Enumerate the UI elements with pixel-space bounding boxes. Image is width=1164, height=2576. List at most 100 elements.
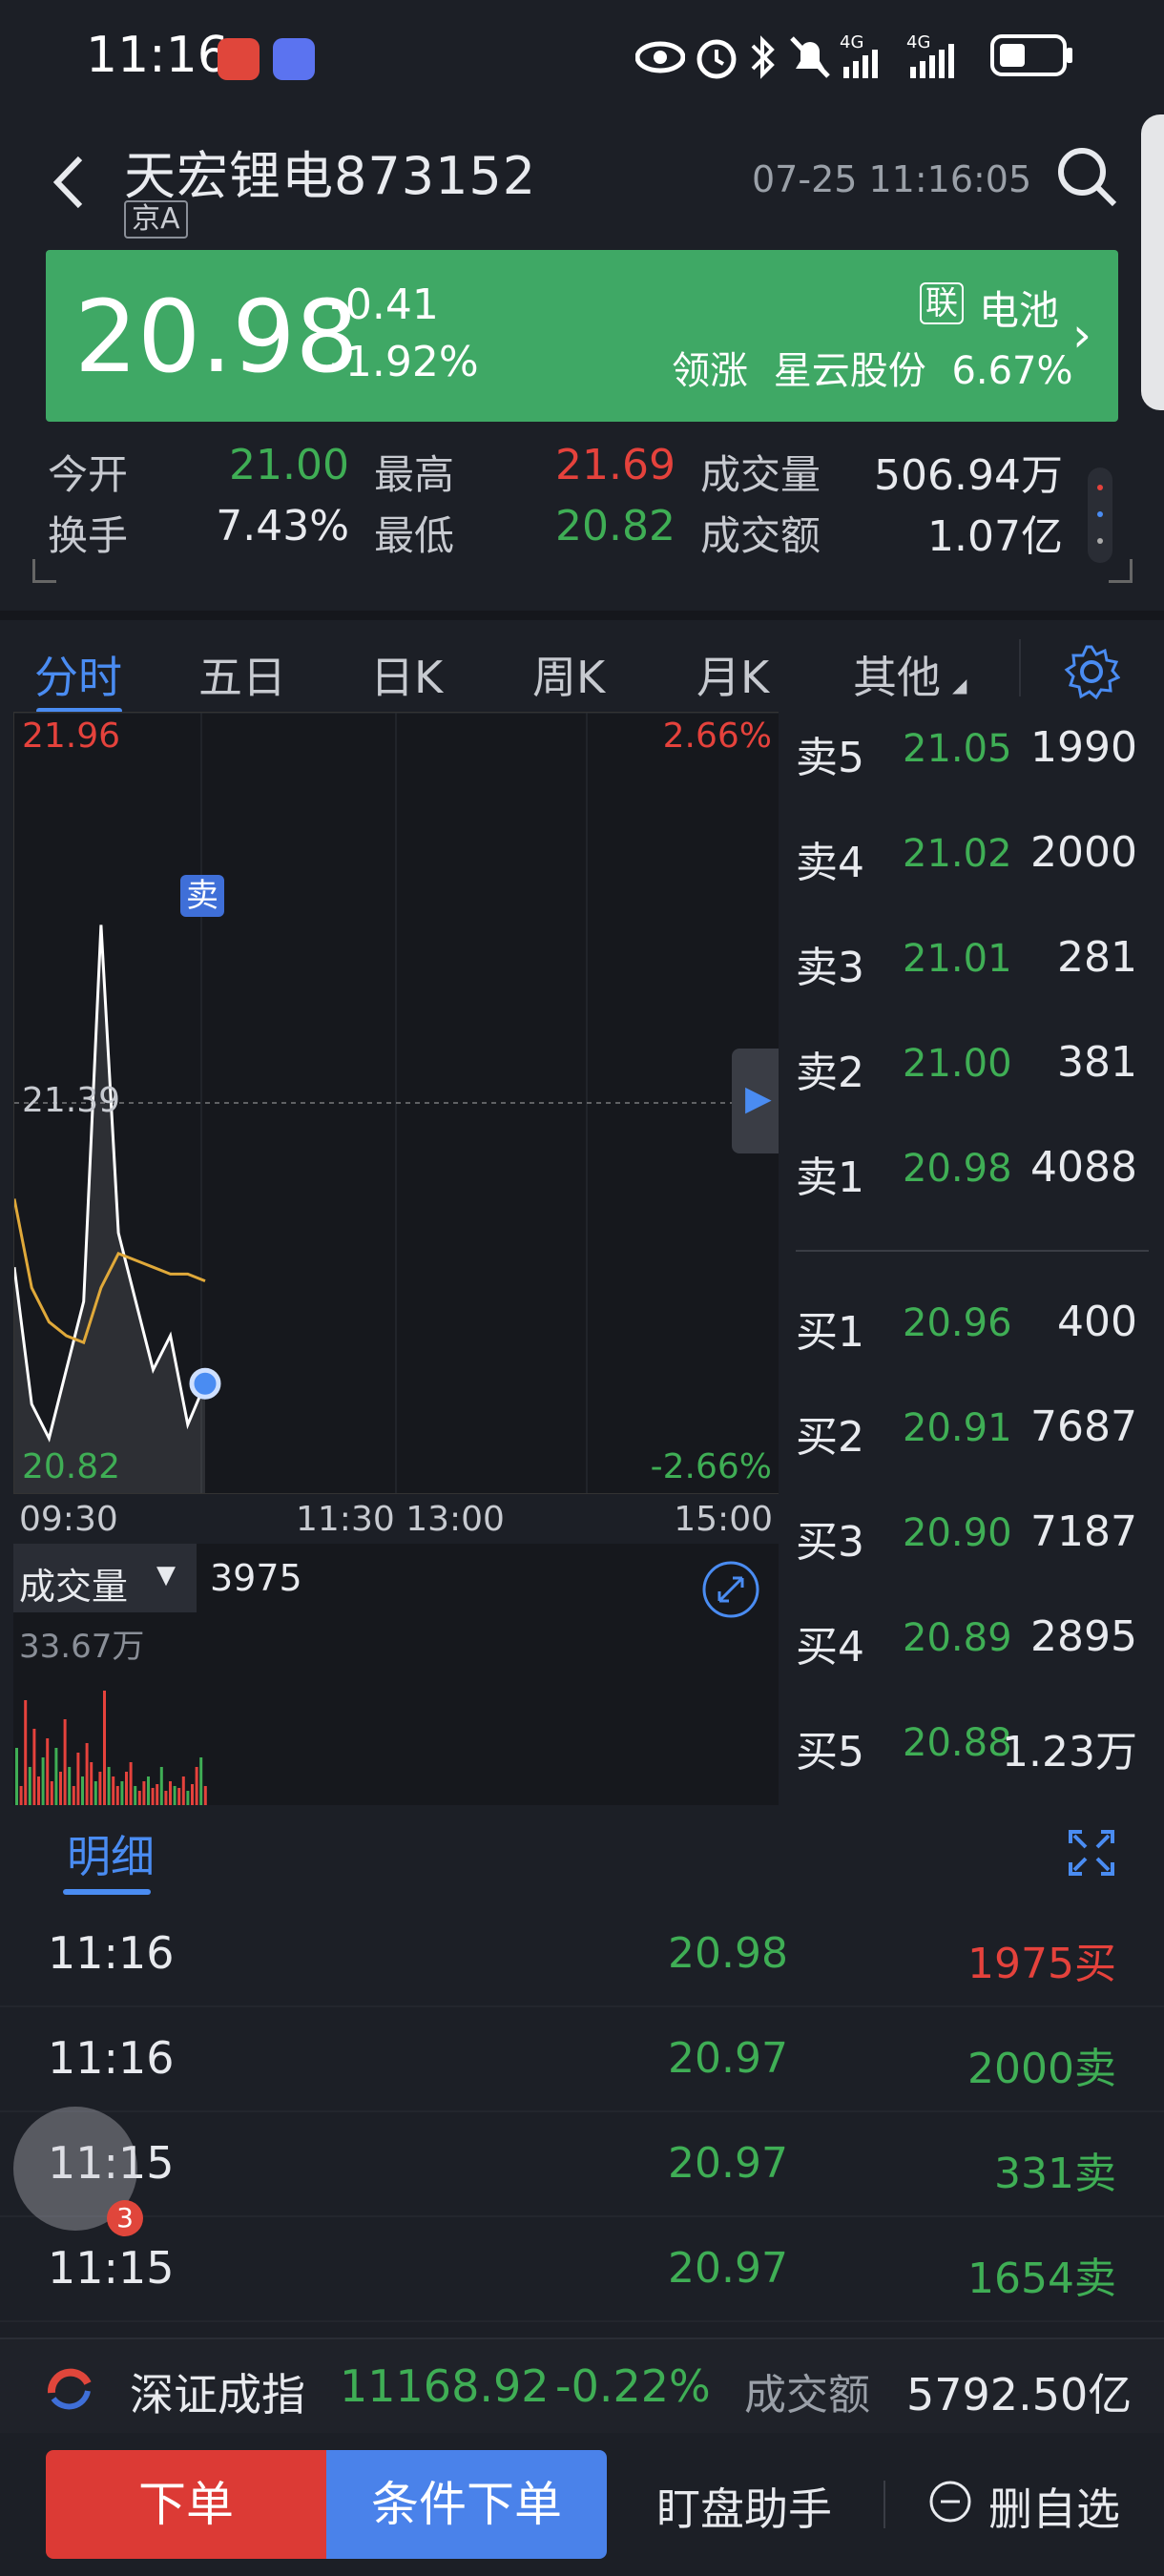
- index-logo-icon: [47, 2368, 92, 2410]
- stat-value-high: 21.69: [555, 441, 676, 489]
- stat-value-turnover: 7.43%: [216, 502, 349, 551]
- volume-bar: [98, 1772, 102, 1805]
- order-level-label: 卖2: [796, 1049, 864, 1097]
- order-book-row-buy[interactable]: 买3 20.90 7187: [779, 1504, 1164, 1567]
- order-level-label: 买5: [796, 1728, 864, 1776]
- order-volume: 7687: [1030, 1402, 1137, 1451]
- index-amount: 5792.50亿: [906, 2369, 1133, 2420]
- order-book-row-buy[interactable]: 买2 20.91 7687: [779, 1399, 1164, 1462]
- order-volume: 400: [1057, 1298, 1137, 1346]
- order-book-row-sell[interactable]: 卖2 21.00 381: [779, 1034, 1164, 1097]
- trade-price: 20.97: [668, 2244, 788, 2293]
- chart-canvas: [14, 713, 779, 1493]
- volume-bar: [120, 1781, 124, 1805]
- detail-row: 11:16 20.97 2000卖: [0, 2005, 1164, 2112]
- stat-value-open: 21.00: [229, 441, 349, 489]
- expand-panel-handle[interactable]: ▶: [732, 1049, 779, 1153]
- trade-volume: 331卖: [994, 2150, 1116, 2198]
- intraday-chart[interactable]: 21.96 2.66% 21.39 20.82 -2.66% 卖 ▶: [13, 712, 780, 1494]
- chart-top-left-label: 21.96: [22, 717, 121, 756]
- stat-label-high: 最高: [374, 451, 455, 498]
- stat-label-open: 今开: [48, 451, 129, 498]
- status-bar: 11:16 4G 4G: [0, 0, 1164, 114]
- order-volume: 381: [1057, 1038, 1137, 1087]
- chart-bottom-right-label: -2.66%: [650, 1447, 772, 1486]
- volume-bars: [15, 1691, 207, 1805]
- volume-bar: [137, 1791, 141, 1805]
- sector-leader: 领涨 星云股份 6.67%: [672, 340, 1073, 395]
- floating-assistant[interactable]: 3: [13, 2107, 143, 2250]
- leader-name: 星云股份: [773, 349, 926, 393]
- order-book-row-sell[interactable]: 卖4 21.02 2000: [779, 824, 1164, 887]
- detail-row: 11:15 20.97 331卖: [0, 2110, 1164, 2217]
- minus-circle-icon: [929, 2481, 971, 2523]
- side-handle[interactable]: [1141, 114, 1164, 410]
- index-pct: -0.22%: [555, 2360, 711, 2412]
- volume-bar: [76, 1753, 80, 1805]
- volume-bar: [107, 1767, 111, 1805]
- volume-chart[interactable]: 成交量 ▼ 3975 33.67万: [13, 1544, 779, 1805]
- index-ticker-bar[interactable]: 深证成指 11168.92 -0.22% 成交额 5792.50亿: [0, 2337, 1164, 2435]
- volume-bar: [54, 1748, 58, 1805]
- order-button[interactable]: 下单: [46, 2450, 326, 2559]
- svg-text:4G: 4G: [840, 32, 863, 52]
- trade-time: 11:16: [48, 2032, 175, 2084]
- volume-bar: [191, 1784, 194, 1805]
- order-book-row-buy[interactable]: 买5 20.88 1.23万: [779, 1714, 1164, 1776]
- watch-assistant-button[interactable]: 盯盘助手: [656, 2475, 832, 2538]
- price-change: -0.41: [330, 280, 439, 329]
- more-dots-icon[interactable]: [1088, 467, 1112, 563]
- x-label-close: 15:00: [674, 1500, 773, 1539]
- stat-value-volume: 506.94万: [874, 451, 1063, 500]
- tab-other[interactable]: 其他: [853, 643, 941, 706]
- volume-bar: [68, 1767, 72, 1805]
- conditional-order-button[interactable]: 条件下单: [326, 2450, 607, 2559]
- order-book-row-buy[interactable]: 买1 20.96 400: [779, 1294, 1164, 1357]
- search-icon[interactable]: [1053, 143, 1120, 210]
- order-book-row-buy[interactable]: 买4 20.89 2895: [779, 1609, 1164, 1672]
- volume-bar: [32, 1729, 36, 1805]
- order-book-row-sell[interactable]: 卖5 21.05 1990: [779, 719, 1164, 782]
- volume-bar: [156, 1784, 159, 1805]
- stock-header: 天宏锂电873152 京A 07-25 11:16:05: [0, 114, 1164, 248]
- order-book-row-sell[interactable]: 卖3 21.01 281: [779, 929, 1164, 992]
- back-arrow-icon[interactable]: [38, 149, 105, 216]
- trade-volume: 1975买: [967, 1940, 1116, 1988]
- tab-week-k[interactable]: 周K: [532, 643, 605, 706]
- tab-day-k[interactable]: 日K: [370, 643, 443, 706]
- fullscreen-icon[interactable]: [1065, 1826, 1118, 1880]
- order-level-label: 买1: [796, 1308, 864, 1357]
- tab-five-day[interactable]: 五日: [198, 643, 286, 706]
- remove-watchlist-label: 删自选: [988, 2483, 1120, 2535]
- tab-intraday[interactable]: 分时: [34, 643, 122, 706]
- volume-bar: [151, 1788, 155, 1805]
- trade-volume: 2000卖: [967, 2045, 1116, 2093]
- chart-tabs: 分时 五日 日K 周K 月K 其他 ◢: [0, 611, 1164, 725]
- price-banner[interactable]: 20.98 -0.41 -1.92% 联 电池 领涨 星云股份 6.67% ›: [46, 250, 1118, 422]
- order-volume: 1.23万: [1002, 1728, 1137, 1776]
- price-area: [14, 924, 205, 1493]
- tab-month-k[interactable]: 月K: [696, 643, 769, 706]
- volume-bar: [112, 1776, 115, 1805]
- leader-pct: 6.67%: [951, 349, 1073, 393]
- volume-bar: [85, 1743, 89, 1805]
- chart-x-axis: 09:30 11:30 13:00 15:00: [13, 1494, 779, 1544]
- volume-bar: [173, 1786, 177, 1805]
- leader-label: 领涨: [672, 349, 748, 393]
- volume-bar: [177, 1788, 181, 1805]
- signal-4g-icon: 4G: [906, 32, 954, 78]
- remove-watchlist-button[interactable]: 删自选: [927, 2462, 1156, 2547]
- volume-bar: [186, 1791, 190, 1805]
- order-book-divider: [796, 1250, 1149, 1252]
- order-book-row-sell[interactable]: 卖1 20.98 4088: [779, 1139, 1164, 1202]
- sell-marker[interactable]: 卖: [180, 875, 224, 917]
- battery-icon: [990, 34, 1072, 76]
- settings-gear-icon[interactable]: [1063, 643, 1120, 700]
- stat-label-volume: 成交量: [700, 451, 821, 498]
- eye-icon: [635, 41, 685, 73]
- tab-detail[interactable]: 明细: [67, 1822, 155, 1885]
- index-name: 深证成指: [130, 2369, 305, 2420]
- signal-4g-icon: 4G: [840, 32, 878, 78]
- volume-bar: [195, 1767, 198, 1805]
- x-label-open: 09:30: [19, 1500, 118, 1539]
